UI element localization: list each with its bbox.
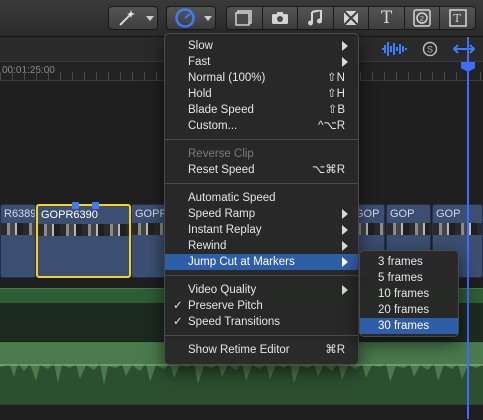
jump-cut-submenu: 3 frames 5 frames 10 frames 20 frames 30… [359,250,459,337]
menu-item-instant-replay[interactable]: Instant Replay [165,222,358,238]
retime-speedometer-icon [175,8,195,28]
timeline-bottom-strip [0,404,483,420]
submenu-item-5-frames[interactable]: 5 frames [360,270,458,286]
retime-menu: Slow Fast Normal (100%) ⇧N Hold ⇧H Blade… [164,33,359,365]
submenu-item-20-frames[interactable]: 20 frames [360,302,458,318]
marker-icon[interactable] [72,202,79,209]
themes-button[interactable]: T [440,7,475,29]
menu-item-reset-speed[interactable]: Reset Speed ⌥⌘R [165,162,358,178]
menu-item-show-retime-editor[interactable]: Show Retime Editor ⌘R [165,342,358,358]
submenu-item-3-frames[interactable]: 3 frames [360,254,458,270]
chevron-right-icon [342,41,348,51]
menu-item-custom[interactable]: Custom... ^⌥R [165,118,358,134]
chevron-right-icon [342,257,348,267]
clip-thumbnails [38,224,129,236]
chevron-down-icon [204,16,212,21]
clip-name: GOPR [135,208,167,220]
skimming-icon[interactable]: S [422,41,438,57]
menu-item-reverse-clip: Reverse Clip [188,148,254,160]
menu-item-preserve-pitch[interactable]: ✓ Preserve Pitch [165,298,358,314]
selected-clip[interactable]: GOPR6390 [36,202,131,278]
menu-item-jump-cut-at-markers[interactable]: Jump Cut at Markers [165,254,358,270]
clip-thumbnails [1,223,35,235]
audio-waveform-icon[interactable] [380,40,410,58]
clip-name: GOP [436,208,461,220]
menu-item-video-quality[interactable]: Video Quality [165,282,358,298]
titles-button[interactable]: T [369,7,405,29]
menu-separator [165,183,358,184]
menu-item-hold[interactable]: Hold ⇧H [165,86,358,102]
submenu-item-30-frames[interactable]: 30 frames [360,318,458,334]
chevron-right-icon [342,57,348,67]
chevron-right-icon [342,209,348,219]
svg-text:S: S [427,45,433,55]
photos-button[interactable] [263,7,299,29]
clip-thumbnails [387,223,430,235]
camera-icon [271,12,288,24]
menu-item-normal[interactable]: Normal (100%) ⇧N [165,70,358,86]
menu-separator [165,139,358,140]
clip-name: GOPR6390 [41,209,98,221]
marker-icon[interactable] [92,202,99,209]
retime-button[interactable] [166,6,216,30]
menu-item-fast[interactable]: Fast [165,54,358,70]
magic-wand-icon [119,10,135,26]
menu-item-speed-transitions[interactable]: ✓ Speed Transitions [165,314,358,330]
transitions-button[interactable] [334,7,370,29]
menu-separator [165,275,358,276]
music-button[interactable] [298,7,334,29]
chevron-right-icon [342,225,348,235]
chevron-right-icon [342,285,348,295]
chevron-down-icon [146,16,154,21]
menu-separator [165,335,358,336]
clip-thumbnails [433,223,482,235]
menu-item-rewind[interactable]: Rewind [165,238,358,254]
video-inspector-icon [235,10,253,26]
generators-button[interactable]: 2 [405,7,441,29]
clip-thumbnails [132,223,166,235]
video-inspector-button[interactable] [227,7,263,29]
music-note-icon [308,10,323,26]
playhead[interactable] [467,37,469,419]
clip-name: R6389 [4,208,36,220]
checkmark-icon: ✓ [173,316,183,328]
clip[interactable]: R6389 [0,204,36,278]
text-icon: T [380,8,393,28]
generator-icon: 2 [413,9,431,27]
menu-item-speed-ramp[interactable]: Speed Ramp [165,206,358,222]
submenu-item-10-frames[interactable]: 10 frames [360,286,458,302]
menu-item-automatic-speed[interactable]: Automatic Speed [165,190,358,206]
svg-text:2: 2 [420,16,424,23]
browser-toggle-group: T 2 T [226,6,476,30]
clip[interactable]: GOPR [131,204,167,278]
enhancements-button[interactable] [108,6,158,30]
menu-item-blade-speed[interactable]: Blade Speed ⇧B [165,102,358,118]
themes-icon: T [449,9,467,27]
transition-icon [343,10,359,26]
snapping-icon[interactable] [453,41,475,57]
clip-name: GOP [390,208,415,220]
menu-item-slow[interactable]: Slow [165,38,358,54]
chevron-right-icon [342,241,348,251]
svg-text:T: T [453,12,461,25]
toolbar: T 2 T [0,0,483,37]
checkmark-icon: ✓ [173,300,183,312]
